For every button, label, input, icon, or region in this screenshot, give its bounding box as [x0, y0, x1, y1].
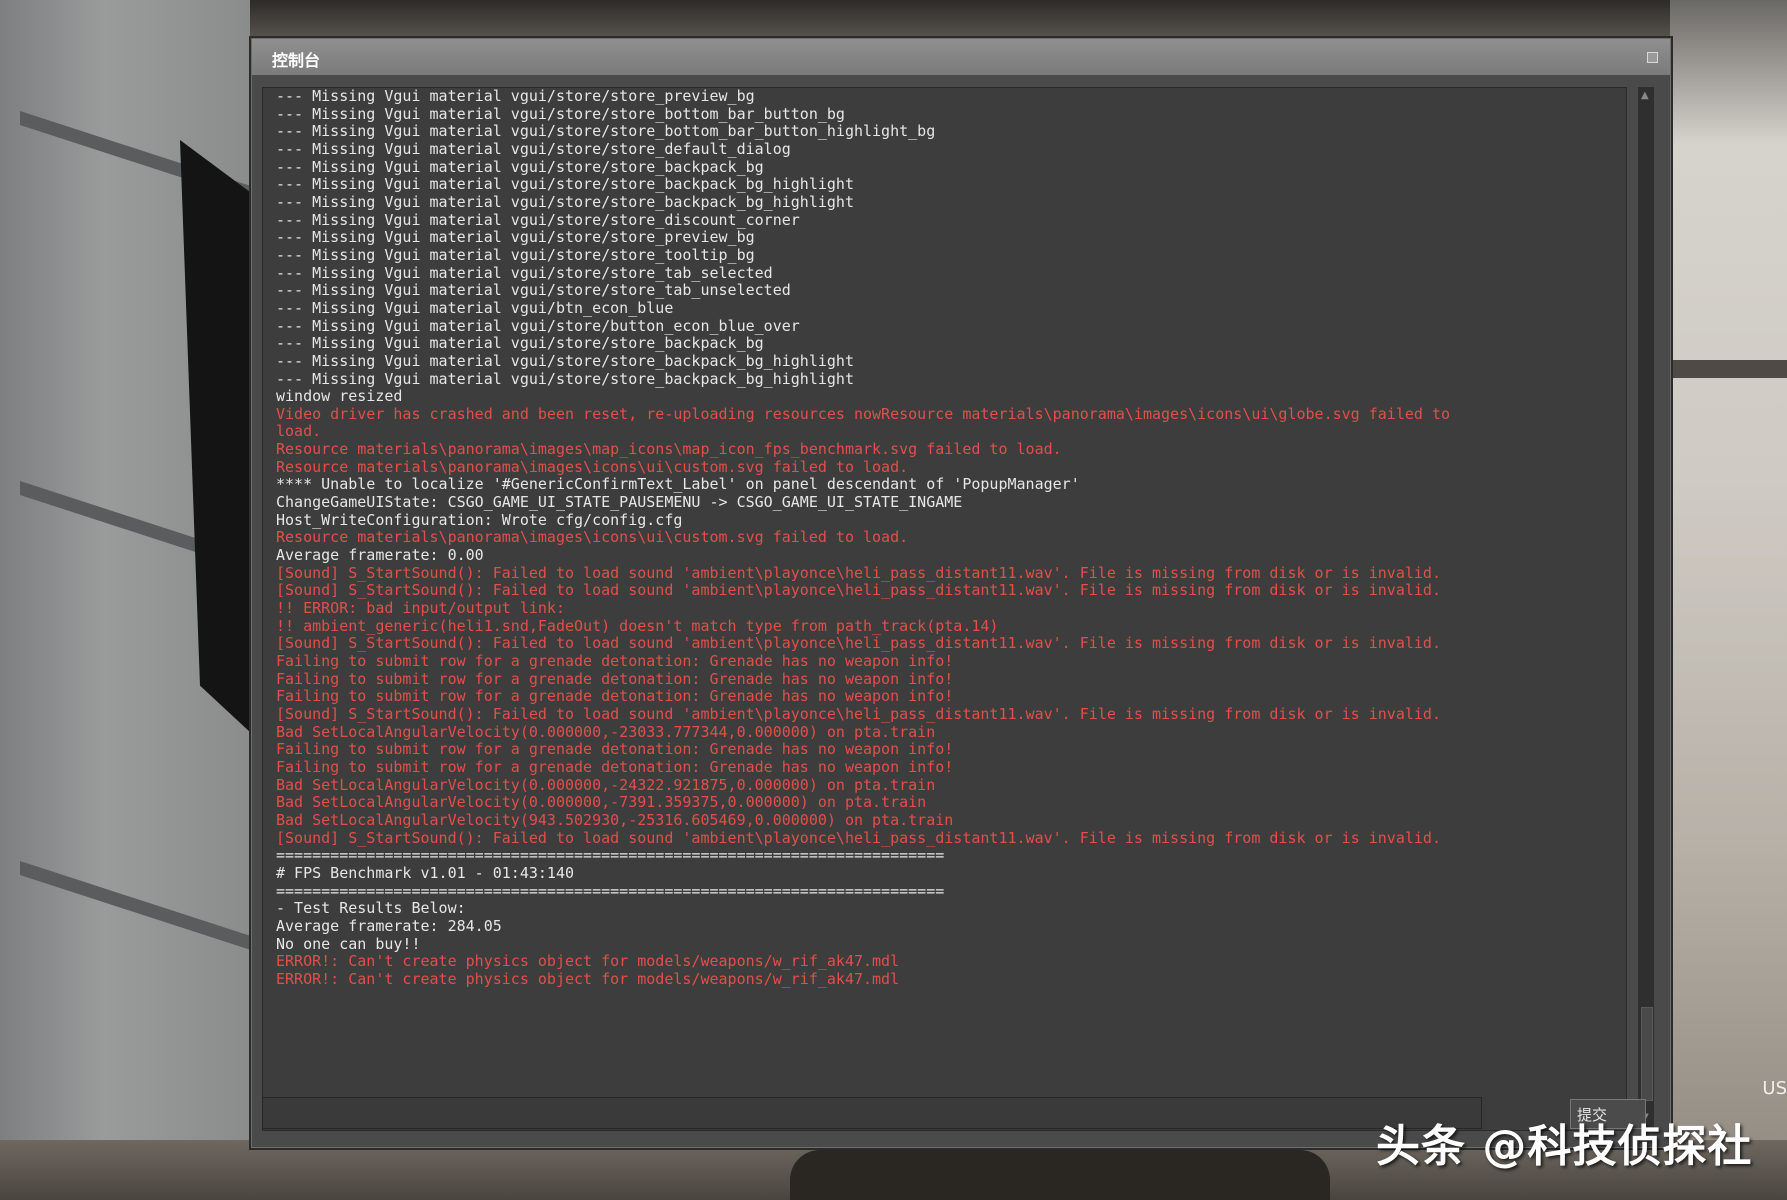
- log-line-error: [Sound] S_StartSound(): Failed to load s…: [276, 634, 1441, 653]
- log-line: --- Missing Vgui material vgui/store/sto…: [276, 369, 854, 388]
- log-line: ========================================…: [276, 846, 945, 865]
- log-line-error: Resource materials\panorama\images\icons…: [276, 528, 909, 547]
- log-line: ========================================…: [276, 881, 945, 900]
- maximize-button[interactable]: [1647, 52, 1658, 63]
- scroll-thumb[interactable]: [1641, 1007, 1653, 1101]
- log-line-error: [Sound] S_StartSound(): Failed to load s…: [276, 563, 1441, 582]
- log-scrollbar[interactable]: ▲ ▼: [1638, 87, 1654, 1129]
- log-line-error: Video driver has crashed and been reset,…: [276, 404, 1450, 423]
- log-line: --- Missing Vgui material vgui/store/sto…: [276, 122, 936, 141]
- log-line-error: Failing to submit row for a grenade deto…: [276, 652, 954, 670]
- log-line-error: Resource materials\panorama\images\map_i…: [276, 440, 1062, 459]
- hud-corner-label: US: [1762, 1078, 1787, 1099]
- log-line: --- Missing Vgui material vgui/store/sto…: [276, 281, 791, 300]
- player-model: [790, 1150, 1330, 1200]
- log-line-error: Bad SetLocalAngularVelocity(0.000000,-23…: [276, 722, 936, 741]
- log-line: Average framerate: 284.05: [276, 916, 502, 935]
- log-line: --- Missing Vgui material vgui/store/sto…: [276, 157, 764, 176]
- log-line: --- Missing Vgui material vgui/store/sto…: [276, 175, 854, 194]
- log-line: --- Missing Vgui material vgui/store/sto…: [276, 228, 755, 247]
- log-line-error: ERROR!: Can't create physics object for …: [276, 969, 900, 988]
- log-line: No one can buy!!: [276, 934, 421, 953]
- log-line: --- Missing Vgui material vgui/btn_econ_…: [276, 298, 674, 317]
- background-ceiling: [250, 0, 1670, 38]
- log-line-error: Failing to submit row for a grenade deto…: [276, 669, 954, 688]
- background-wall-right: [1657, 0, 1787, 1200]
- titlebar[interactable]: 控制台: [252, 39, 1670, 75]
- log-line-error: Failing to submit row for a grenade deto…: [276, 740, 954, 759]
- log-line-error: Bad SetLocalAngularVelocity(943.502930,-…: [276, 810, 954, 829]
- log-line: --- Missing Vgui material vgui/store/sto…: [276, 192, 854, 211]
- log-line-error: [Sound] S_StartSound(): Failed to load s…: [276, 581, 1441, 600]
- log-line: Host_WriteConfiguration: Wrote cfg/confi…: [276, 510, 683, 529]
- log-line-error: Failing to submit row for a grenade deto…: [276, 687, 954, 706]
- log-line: # FPS Benchmark v1.01 - 01:43:140: [276, 863, 575, 882]
- log-lines: --- Missing Vgui material vgui/store/sto…: [276, 88, 1450, 988]
- log-line: --- Missing Vgui material vgui/store/sto…: [276, 263, 773, 282]
- watermark: 头条 @科技侦探社: [1376, 1121, 1753, 1172]
- log-line: --- Missing Vgui material vgui/store/but…: [276, 316, 800, 335]
- log-line-error: !! ERROR: bad input/output link:: [276, 599, 565, 618]
- console-window: 控制台 --- Missing Vgui material vgui/store…: [251, 38, 1671, 1148]
- window-title: 控制台: [272, 51, 321, 70]
- log-line-error: [Sound] S_StartSound(): Failed to load s…: [276, 704, 1441, 723]
- wall-band: [1657, 360, 1787, 378]
- log-line: --- Missing Vgui material vgui/store/sto…: [276, 139, 791, 158]
- console-log[interactable]: --- Missing Vgui material vgui/store/sto…: [262, 87, 1627, 1131]
- log-line: window resized: [276, 387, 403, 406]
- log-line: --- Missing Vgui material vgui/store/sto…: [276, 351, 854, 370]
- log-line: --- Missing Vgui material vgui/store/sto…: [276, 87, 755, 105]
- log-line-error: Failing to submit row for a grenade deto…: [276, 757, 954, 776]
- log-line-error: !! ambient_generic(heli1.snd,FadeOut) do…: [276, 616, 999, 635]
- log-line-error: Resource materials\panorama\images\icons…: [276, 457, 909, 476]
- log-line: --- Missing Vgui material vgui/store/sto…: [276, 334, 764, 353]
- command-input[interactable]: [262, 1097, 1482, 1129]
- log-line: **** Unable to localize '#GenericConfirm…: [276, 475, 1080, 494]
- log-line: - Test Results Below:: [276, 899, 466, 918]
- wall-band: [20, 861, 260, 953]
- log-line: --- Missing Vgui material vgui/store/sto…: [276, 245, 755, 264]
- log-line: ChangeGameUIState: CSGO_GAME_UI_STATE_PA…: [276, 493, 963, 512]
- log-line-error: Bad SetLocalAngularVelocity(0.000000,-73…: [276, 793, 927, 812]
- log-line-error: [Sound] S_StartSound(): Failed to load s…: [276, 828, 1441, 847]
- log-line: --- Missing Vgui material vgui/store/sto…: [276, 210, 800, 229]
- log-line-error: load.: [276, 422, 322, 441]
- scroll-up-icon[interactable]: ▲: [1641, 91, 1649, 101]
- log-line-error: Bad SetLocalAngularVelocity(0.000000,-24…: [276, 775, 936, 794]
- log-line: Average framerate: 0.00: [276, 546, 484, 565]
- log-line: --- Missing Vgui material vgui/store/sto…: [276, 104, 845, 123]
- log-line-error: ERROR!: Can't create physics object for …: [276, 952, 900, 971]
